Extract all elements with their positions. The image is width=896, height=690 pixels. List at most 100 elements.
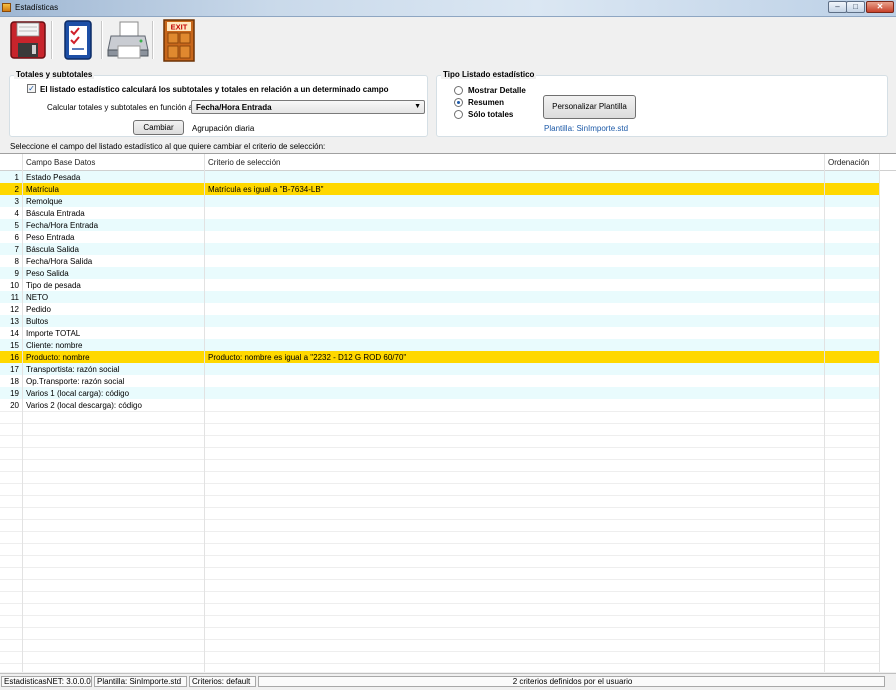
table-row[interactable]: 19 Varios 1 (local carga): código bbox=[0, 387, 880, 399]
status-summary: 2 criterios definidos por el usuario bbox=[258, 676, 885, 687]
totales-group-title: Totales y subtotales bbox=[14, 70, 95, 79]
radio-mostrar-detalle-label: Mostrar Detalle bbox=[468, 86, 526, 95]
exit-button[interactable]: EXIT bbox=[157, 18, 201, 62]
status-criterios: Criterios: default bbox=[189, 676, 256, 687]
table-row[interactable]: 20 Varios 2 (local descarga): código bbox=[0, 399, 880, 411]
table-row[interactable]: 1 Estado Pesada bbox=[0, 171, 880, 183]
header-ordenacion[interactable]: Ordenación bbox=[828, 158, 869, 167]
table-row[interactable]: 7 Báscula Salida bbox=[0, 243, 880, 255]
row-field: Peso Entrada bbox=[26, 233, 75, 242]
empty-row-line bbox=[0, 663, 880, 664]
selection-hint: Seleccione el campo del listado estadíst… bbox=[10, 142, 326, 151]
header-criterio[interactable]: Criterio de selección bbox=[208, 158, 280, 167]
table-row[interactable]: 11 NETO bbox=[0, 291, 880, 303]
table-row[interactable]: 16 Producto: nombre Producto: nombre es ig… bbox=[0, 351, 880, 363]
printer-icon bbox=[107, 21, 149, 59]
empty-row-line bbox=[0, 519, 880, 520]
row-criteria[interactable]: Producto: nombre es igual a "2232 - D12 … bbox=[208, 353, 406, 362]
campo-select[interactable]: Fecha/Hora Entrada ▼ bbox=[191, 100, 425, 114]
row-field: NETO bbox=[26, 293, 49, 302]
row-field: Remolque bbox=[26, 197, 63, 206]
table-row[interactable]: 14 Importe TOTAL bbox=[0, 327, 880, 339]
empty-row-line bbox=[0, 531, 880, 532]
empty-row-line bbox=[0, 567, 880, 568]
totales-checkbox[interactable]: ✓ bbox=[27, 84, 36, 93]
table-row[interactable]: 17 Transportista: razón social bbox=[0, 363, 880, 375]
table-row[interactable]: 6 Peso Entrada bbox=[0, 231, 880, 243]
cambiar-button[interactable]: Cambiar bbox=[133, 120, 184, 135]
exit-label: EXIT bbox=[171, 23, 188, 32]
radio-solo-totales[interactable] bbox=[454, 110, 463, 119]
row-number: 13 bbox=[10, 317, 19, 326]
table-row[interactable]: 18 Op.Transporte: razón social bbox=[0, 375, 880, 387]
table-row[interactable]: 15 Cliente: nombre bbox=[0, 339, 880, 351]
empty-row-line bbox=[0, 411, 880, 412]
empty-row-line bbox=[0, 603, 880, 604]
maximize-button[interactable]: □ bbox=[846, 1, 865, 13]
row-number: 17 bbox=[10, 365, 19, 374]
row-number: 8 bbox=[14, 257, 19, 266]
column-divider bbox=[22, 154, 23, 672]
empty-row-line bbox=[0, 447, 880, 448]
save-button[interactable] bbox=[6, 18, 50, 62]
header-campo[interactable]: Campo Base Datos bbox=[26, 158, 95, 167]
row-number: 12 bbox=[10, 305, 19, 314]
row-number: 20 bbox=[10, 401, 19, 410]
row-field: Varios 2 (local descarga): código bbox=[26, 401, 142, 410]
row-criteria[interactable]: Matrícula es igual a "B-7634-LB" bbox=[208, 185, 324, 194]
close-button[interactable]: ✕ bbox=[866, 1, 894, 13]
close-icon: ✕ bbox=[876, 2, 884, 11]
empty-row-line bbox=[0, 483, 880, 484]
empty-row-line bbox=[0, 471, 880, 472]
table-row[interactable]: 3 Remolque bbox=[0, 195, 880, 207]
empty-row-line bbox=[0, 507, 880, 508]
row-number: 3 bbox=[14, 197, 19, 206]
table-row[interactable]: 10 Tipo de pesada bbox=[0, 279, 880, 291]
print-button[interactable] bbox=[106, 18, 150, 62]
table-row[interactable]: 12 Pedido bbox=[0, 303, 880, 315]
radio-resumen[interactable] bbox=[454, 98, 463, 107]
status-version: EstadisticasNET: 3.0.0.0 bbox=[1, 676, 92, 687]
row-number: 2 bbox=[14, 185, 19, 194]
row-field: Transportista: razón social bbox=[26, 365, 120, 374]
row-field: Cliente: nombre bbox=[26, 341, 83, 350]
empty-row-line bbox=[0, 435, 880, 436]
empty-row-line bbox=[0, 423, 880, 424]
minimize-button[interactable]: – bbox=[828, 1, 847, 13]
exit-door-icon: EXIT bbox=[163, 19, 195, 62]
row-field: Matrícula bbox=[26, 185, 59, 194]
personalizar-plantilla-button[interactable]: Personalizar Plantilla bbox=[543, 95, 636, 119]
table-row[interactable]: 13 Bultos bbox=[0, 315, 880, 327]
radio-mostrar-detalle[interactable] bbox=[454, 86, 463, 95]
grid-header: Campo Base Datos Criterio de selección O… bbox=[0, 154, 896, 171]
row-number: 16 bbox=[10, 353, 19, 362]
criteria-button[interactable] bbox=[56, 18, 100, 62]
column-divider bbox=[204, 154, 205, 672]
empty-row-line bbox=[0, 615, 880, 616]
maximize-icon: □ bbox=[853, 2, 858, 11]
row-number: 19 bbox=[10, 389, 19, 398]
row-field: Báscula Entrada bbox=[26, 209, 85, 218]
save-icon bbox=[10, 21, 46, 59]
table-row[interactable]: 8 Fecha/Hora Salida bbox=[0, 255, 880, 267]
column-divider bbox=[824, 154, 825, 672]
row-number: 14 bbox=[10, 329, 19, 338]
row-field: Fecha/Hora Salida bbox=[26, 257, 93, 266]
empty-row-line bbox=[0, 579, 880, 580]
criteria-grid: Campo Base Datos Criterio de selección O… bbox=[0, 153, 896, 672]
empty-row-line bbox=[0, 555, 880, 556]
table-row[interactable]: 2 Matrícula Matrícula es igual a "B-7634-L… bbox=[0, 183, 880, 195]
table-row[interactable]: 4 Báscula Entrada bbox=[0, 207, 880, 219]
row-number: 15 bbox=[10, 341, 19, 350]
agrupacion-label: Agrupación diaria bbox=[192, 124, 255, 133]
radio-resumen-label: Resumen bbox=[468, 98, 505, 107]
row-number: 5 bbox=[14, 221, 19, 230]
row-field: Producto: nombre bbox=[26, 353, 90, 362]
row-field: Importe TOTAL bbox=[26, 329, 81, 338]
criteria-checklist-icon bbox=[64, 20, 92, 60]
empty-row-line bbox=[0, 591, 880, 592]
table-row[interactable]: 5 Fecha/Hora Entrada bbox=[0, 219, 880, 231]
table-row[interactable]: 9 Peso Salida bbox=[0, 267, 880, 279]
column-divider bbox=[879, 154, 880, 672]
campo-select-value: Fecha/Hora Entrada bbox=[196, 103, 272, 112]
